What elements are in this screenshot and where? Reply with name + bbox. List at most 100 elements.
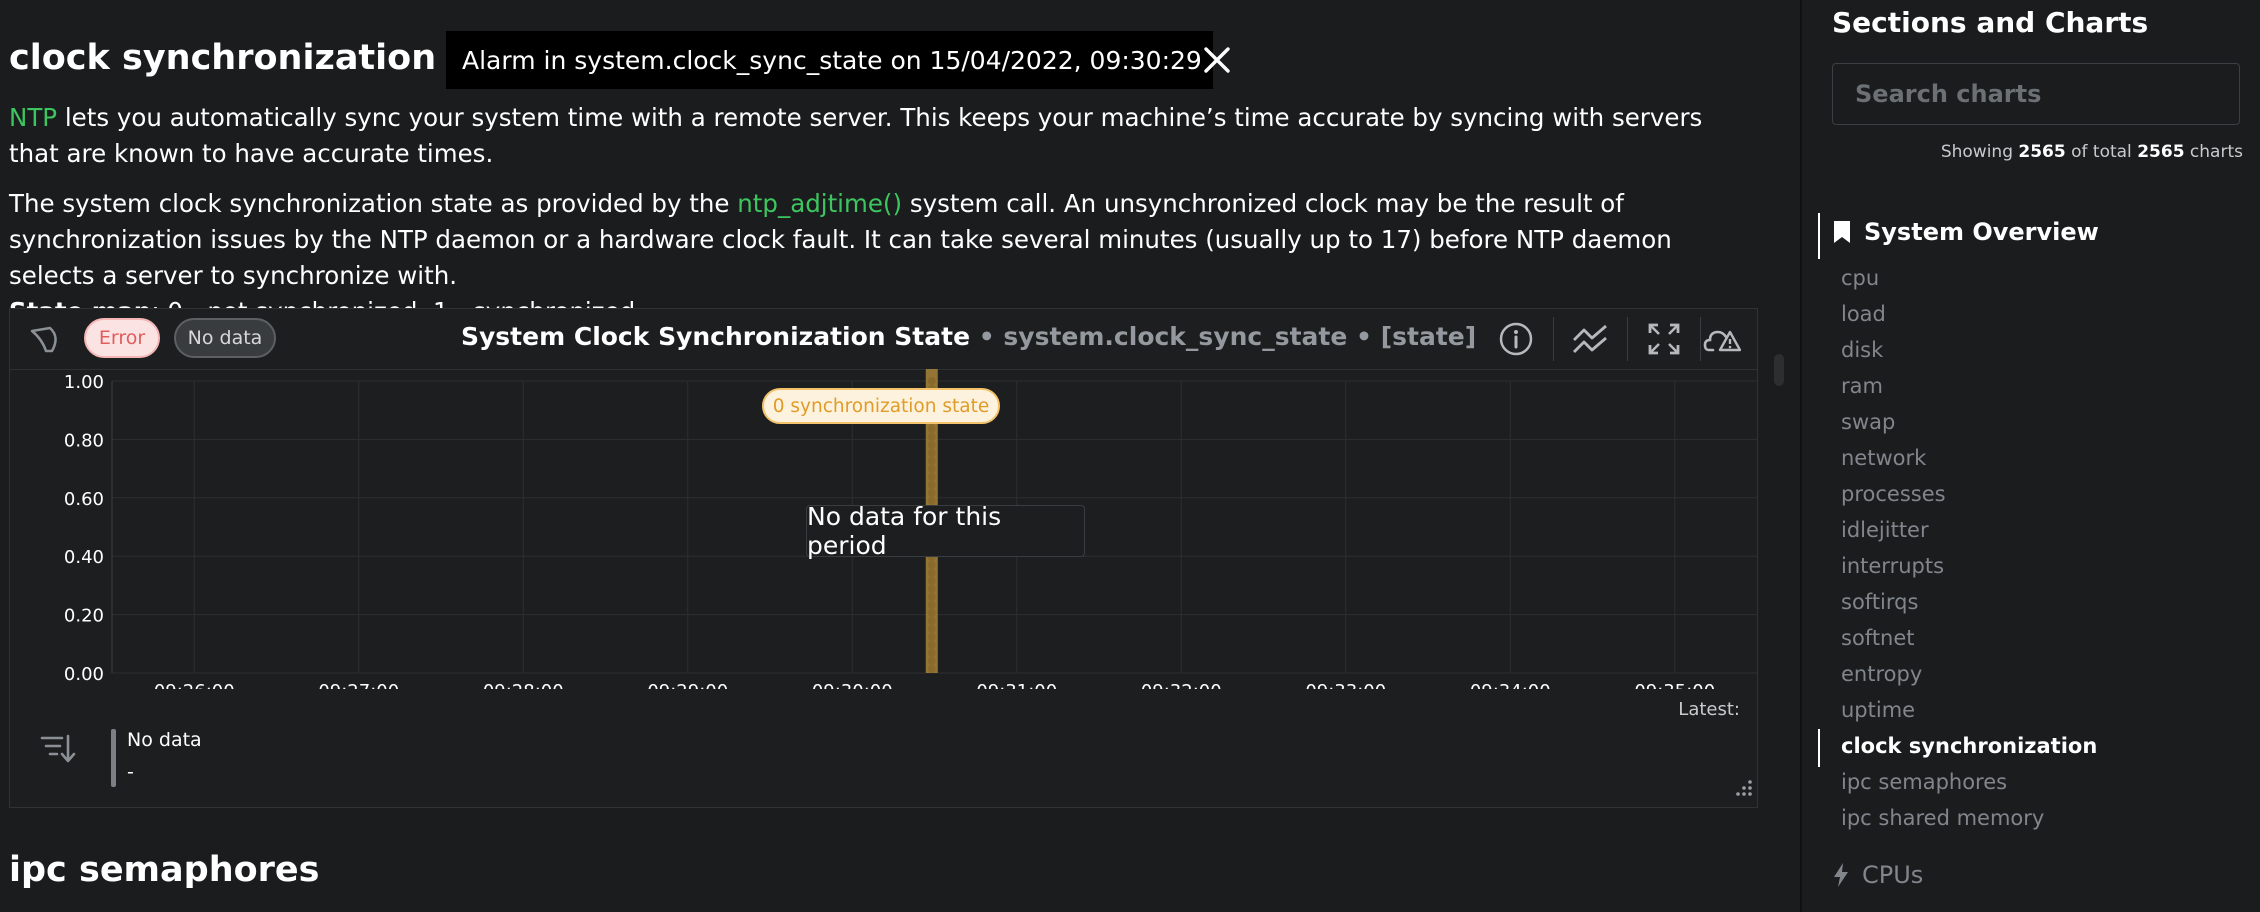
fullscreen-icon[interactable] <box>1644 319 1684 359</box>
chart-title: System Clock Synchronization State • sys… <box>461 322 1476 351</box>
lightning-icon <box>1834 863 1848 887</box>
sidebar-item-entropy[interactable]: entropy <box>1841 662 1922 686</box>
alarm-band-dot <box>927 593 936 601</box>
next-section-title: ipc semaphores <box>9 850 320 890</box>
sidebar-item-clock-synchronization[interactable]: clock synchronization <box>1841 734 2097 758</box>
alarm-annotation[interactable]: 0 synchronization state <box>762 388 1000 424</box>
info-icon[interactable] <box>1496 319 1536 359</box>
section-title: clock synchronization <box>9 38 437 78</box>
header-divider <box>1700 317 1701 361</box>
sidebar-section-cpus[interactable]: CPUs <box>1832 861 1923 889</box>
sidebar-title: Sections and Charts <box>1832 6 2149 39</box>
sidebar-item-idlejitter[interactable]: idlejitter <box>1841 518 1929 542</box>
alarm-band-dot <box>927 665 936 673</box>
x-tick-label: 09:30:00 <box>812 681 893 689</box>
description-text-1: The system clock synchronization state a… <box>9 189 738 218</box>
alarm-band-dot <box>927 609 936 617</box>
alarm-band-dot <box>927 433 936 441</box>
section-label: CPUs <box>1862 861 1924 889</box>
sidebar-item-disk[interactable]: disk <box>1841 338 1883 362</box>
search-charts-input[interactable] <box>1832 63 2240 125</box>
y-tick-label: 1.00 <box>64 372 104 393</box>
sidebar-item-cpu[interactable]: cpu <box>1841 266 1879 290</box>
y-tick-label: 0.20 <box>64 606 104 627</box>
sidebar-item-swap[interactable]: swap <box>1841 410 1895 434</box>
count-middle: of total <box>2065 142 2138 162</box>
intro-text: lets you automatically sync your system … <box>9 103 1703 168</box>
x-tick-label: 09:29:00 <box>647 681 728 689</box>
alarm-band-dot <box>927 425 936 433</box>
sidebar-item-network[interactable]: network <box>1841 446 1926 470</box>
count-total: 2565 <box>2137 142 2185 162</box>
alarm-band-dot <box>927 441 936 449</box>
x-tick-label: 09:31:00 <box>976 681 1057 689</box>
sidebar-item-load[interactable]: load <box>1841 302 1886 326</box>
sort-icon[interactable] <box>40 732 76 770</box>
alert-cloud-icon[interactable] <box>1702 319 1742 359</box>
sidebar-item-uptime[interactable]: uptime <box>1841 698 1915 722</box>
chart-context: • system.clock_sync_state • [state] <box>970 322 1477 351</box>
main-scrollbar-thumb[interactable] <box>1774 354 1784 386</box>
alarm-band-dot <box>927 481 936 489</box>
alarm-band-dot <box>927 617 936 625</box>
alarm-band-dot <box>927 649 936 657</box>
main-content: clock synchronization NTP lets you autom… <box>0 0 1772 912</box>
intro-paragraph: NTP lets you automatically sync your sys… <box>9 100 1759 172</box>
sidebar-item-ipc-semaphores[interactable]: ipc semaphores <box>1841 770 2007 794</box>
x-tick-label: 09:28:00 <box>483 681 564 689</box>
alarm-band-dot <box>927 633 936 641</box>
alarm-band-dot <box>927 577 936 585</box>
alarm-toast-text: Alarm in system.clock_sync_state on 15/0… <box>462 45 1202 75</box>
chart-status-icon <box>26 319 66 359</box>
section-active-indicator <box>1818 213 1820 259</box>
count-suffix: charts <box>2184 142 2243 162</box>
sidebar-item-interrupts[interactable]: interrupts <box>1841 554 1944 578</box>
chart-title-text: System Clock Synchronization State <box>461 322 971 351</box>
alarm-band-dot <box>927 641 936 649</box>
alarm-band-dot <box>927 489 936 497</box>
alarm-band-dot <box>927 569 936 577</box>
count-prefix: Showing <box>1940 142 2019 162</box>
alarm-band-dot <box>927 657 936 665</box>
nodata-badge[interactable]: No data <box>174 318 276 358</box>
alarm-band-dot <box>927 561 936 569</box>
chart-type-icon[interactable] <box>1570 319 1610 359</box>
legend-color-bar <box>111 729 116 787</box>
sidebar-section-system-overview[interactable]: System Overview <box>1832 218 2099 246</box>
chart-header: Error No data System Clock Synchronizati… <box>10 309 1757 370</box>
alarm-band-dot <box>927 449 936 457</box>
x-tick-label: 09:26:00 <box>154 681 235 689</box>
x-tick-label: 09:32:00 <box>1141 681 1222 689</box>
close-icon[interactable] <box>1202 31 1232 89</box>
x-tick-label: 09:35:00 <box>1634 681 1715 689</box>
y-tick-label: 0.40 <box>64 547 104 568</box>
y-tick-label: 0.60 <box>64 489 104 510</box>
resize-handle-icon[interactable] <box>1733 779 1753 803</box>
count-shown: 2565 <box>2018 142 2066 162</box>
x-tick-label: 09:34:00 <box>1470 681 1551 689</box>
item-active-indicator <box>1818 729 1820 767</box>
ntp-adjtime-link[interactable]: ntp_adjtime() <box>737 189 902 218</box>
latest-label: Latest: <box>1678 699 1740 720</box>
sidebar-item-softnet[interactable]: softnet <box>1841 626 1915 650</box>
alarm-band-dot <box>927 377 936 385</box>
alarm-band-dot <box>927 465 936 473</box>
alarm-band-dot <box>927 625 936 633</box>
sidebar-item-softirqs[interactable]: softirqs <box>1841 590 1918 614</box>
error-badge[interactable]: Error <box>84 318 160 358</box>
charts-count: Showing 2565 of total 2565 charts <box>1941 142 2243 162</box>
ntp-link[interactable]: NTP <box>9 103 57 132</box>
no-data-message: No data for this period <box>806 502 1085 560</box>
sidebar-item-processes[interactable]: processes <box>1841 482 1946 506</box>
legend-dimension-value: - <box>127 761 134 783</box>
sidebar-item-ram[interactable]: ram <box>1841 374 1883 398</box>
legend-dimension-name: No data <box>127 729 202 751</box>
sidebar-item-ipc-shared-memory[interactable]: ipc shared memory <box>1841 806 2044 830</box>
sidebar: Sections and Charts Showing 2565 of tota… <box>1802 0 2260 912</box>
section-label: System Overview <box>1864 218 2099 246</box>
alarm-toast: Alarm in system.clock_sync_state on 15/0… <box>446 31 1230 89</box>
x-tick-label: 09:27:00 <box>318 681 399 689</box>
alarm-band-dot <box>927 601 936 609</box>
x-tick-label: 09:33:00 <box>1305 681 1386 689</box>
alarm-band-dot <box>927 473 936 481</box>
